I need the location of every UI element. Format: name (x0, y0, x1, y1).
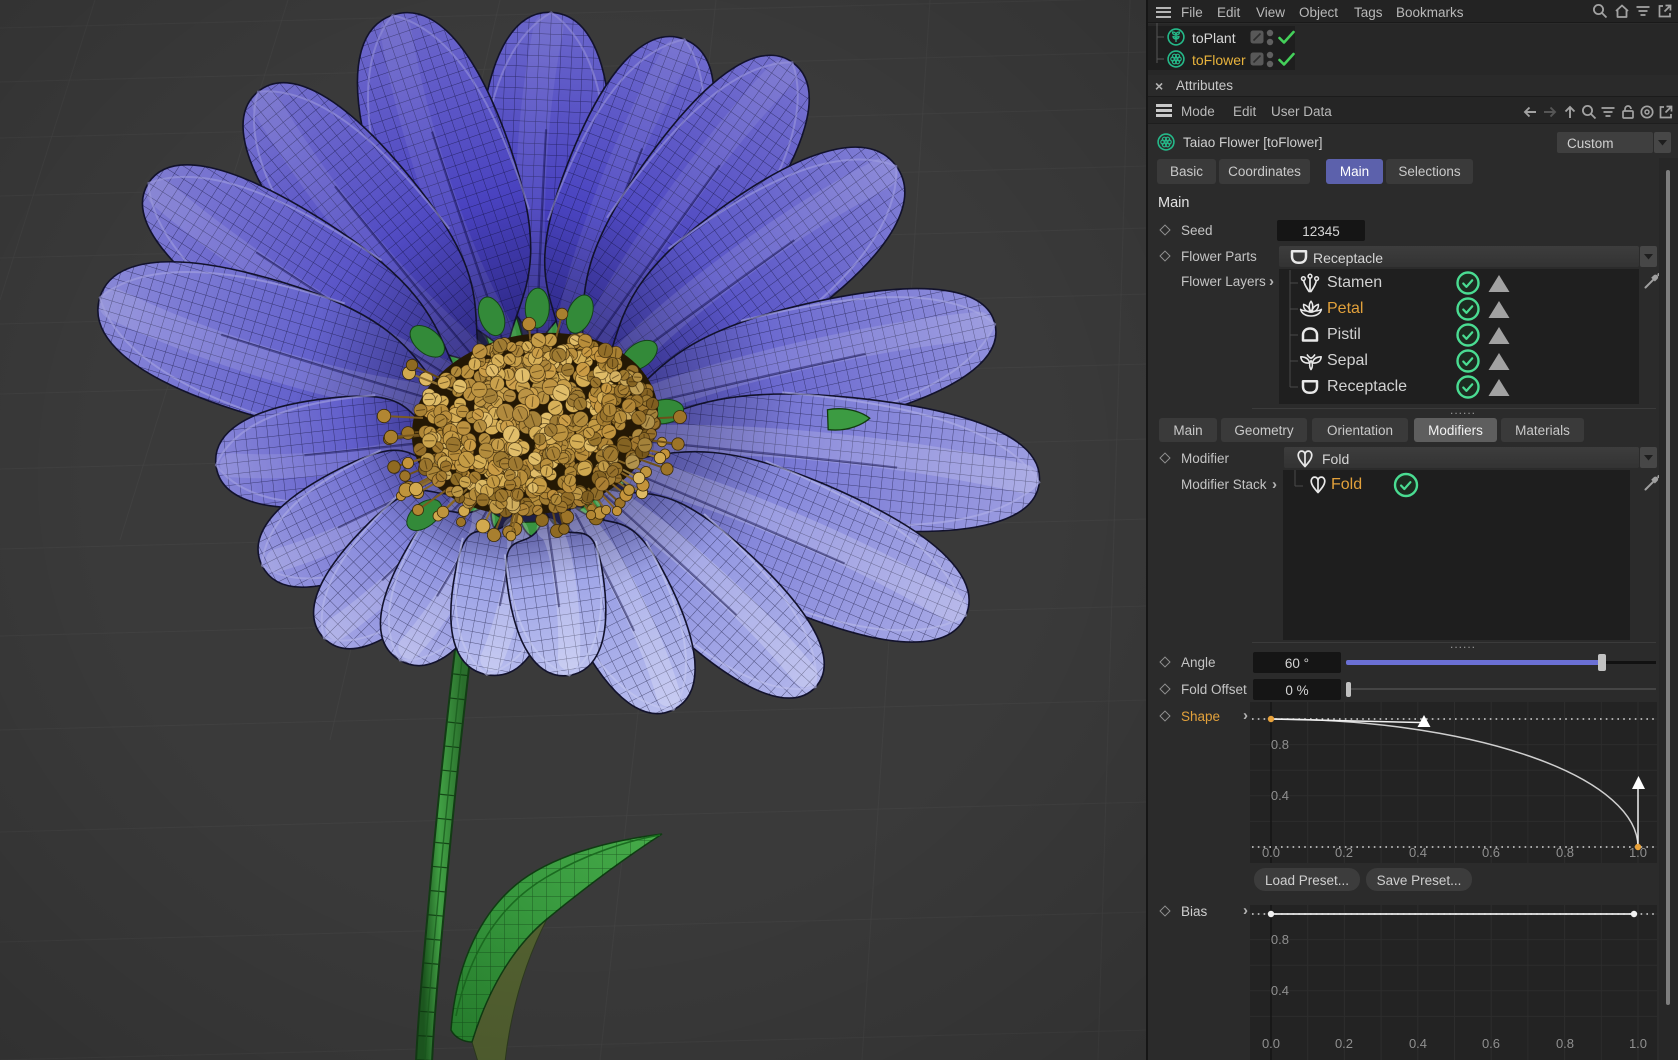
svg-text:0.6: 0.6 (1482, 845, 1500, 860)
svg-text:0.0: 0.0 (1262, 845, 1280, 860)
svg-text:0.4: 0.4 (1271, 788, 1289, 803)
svg-text:1.0: 1.0 (1629, 1036, 1647, 1051)
svg-text:0.0: 0.0 (1262, 1036, 1280, 1051)
svg-text:0.8: 0.8 (1271, 932, 1289, 947)
svg-text:0.2: 0.2 (1335, 1036, 1353, 1051)
svg-text:0.8: 0.8 (1556, 845, 1574, 860)
svg-text:0.8: 0.8 (1271, 737, 1289, 752)
svg-text:0.4: 0.4 (1409, 845, 1427, 860)
svg-text:0.4: 0.4 (1271, 983, 1289, 998)
svg-text:0.6: 0.6 (1482, 1036, 1500, 1051)
svg-text:0.2: 0.2 (1335, 845, 1353, 860)
svg-text:0.4: 0.4 (1409, 1036, 1427, 1051)
svg-text:0.8: 0.8 (1556, 1036, 1574, 1051)
